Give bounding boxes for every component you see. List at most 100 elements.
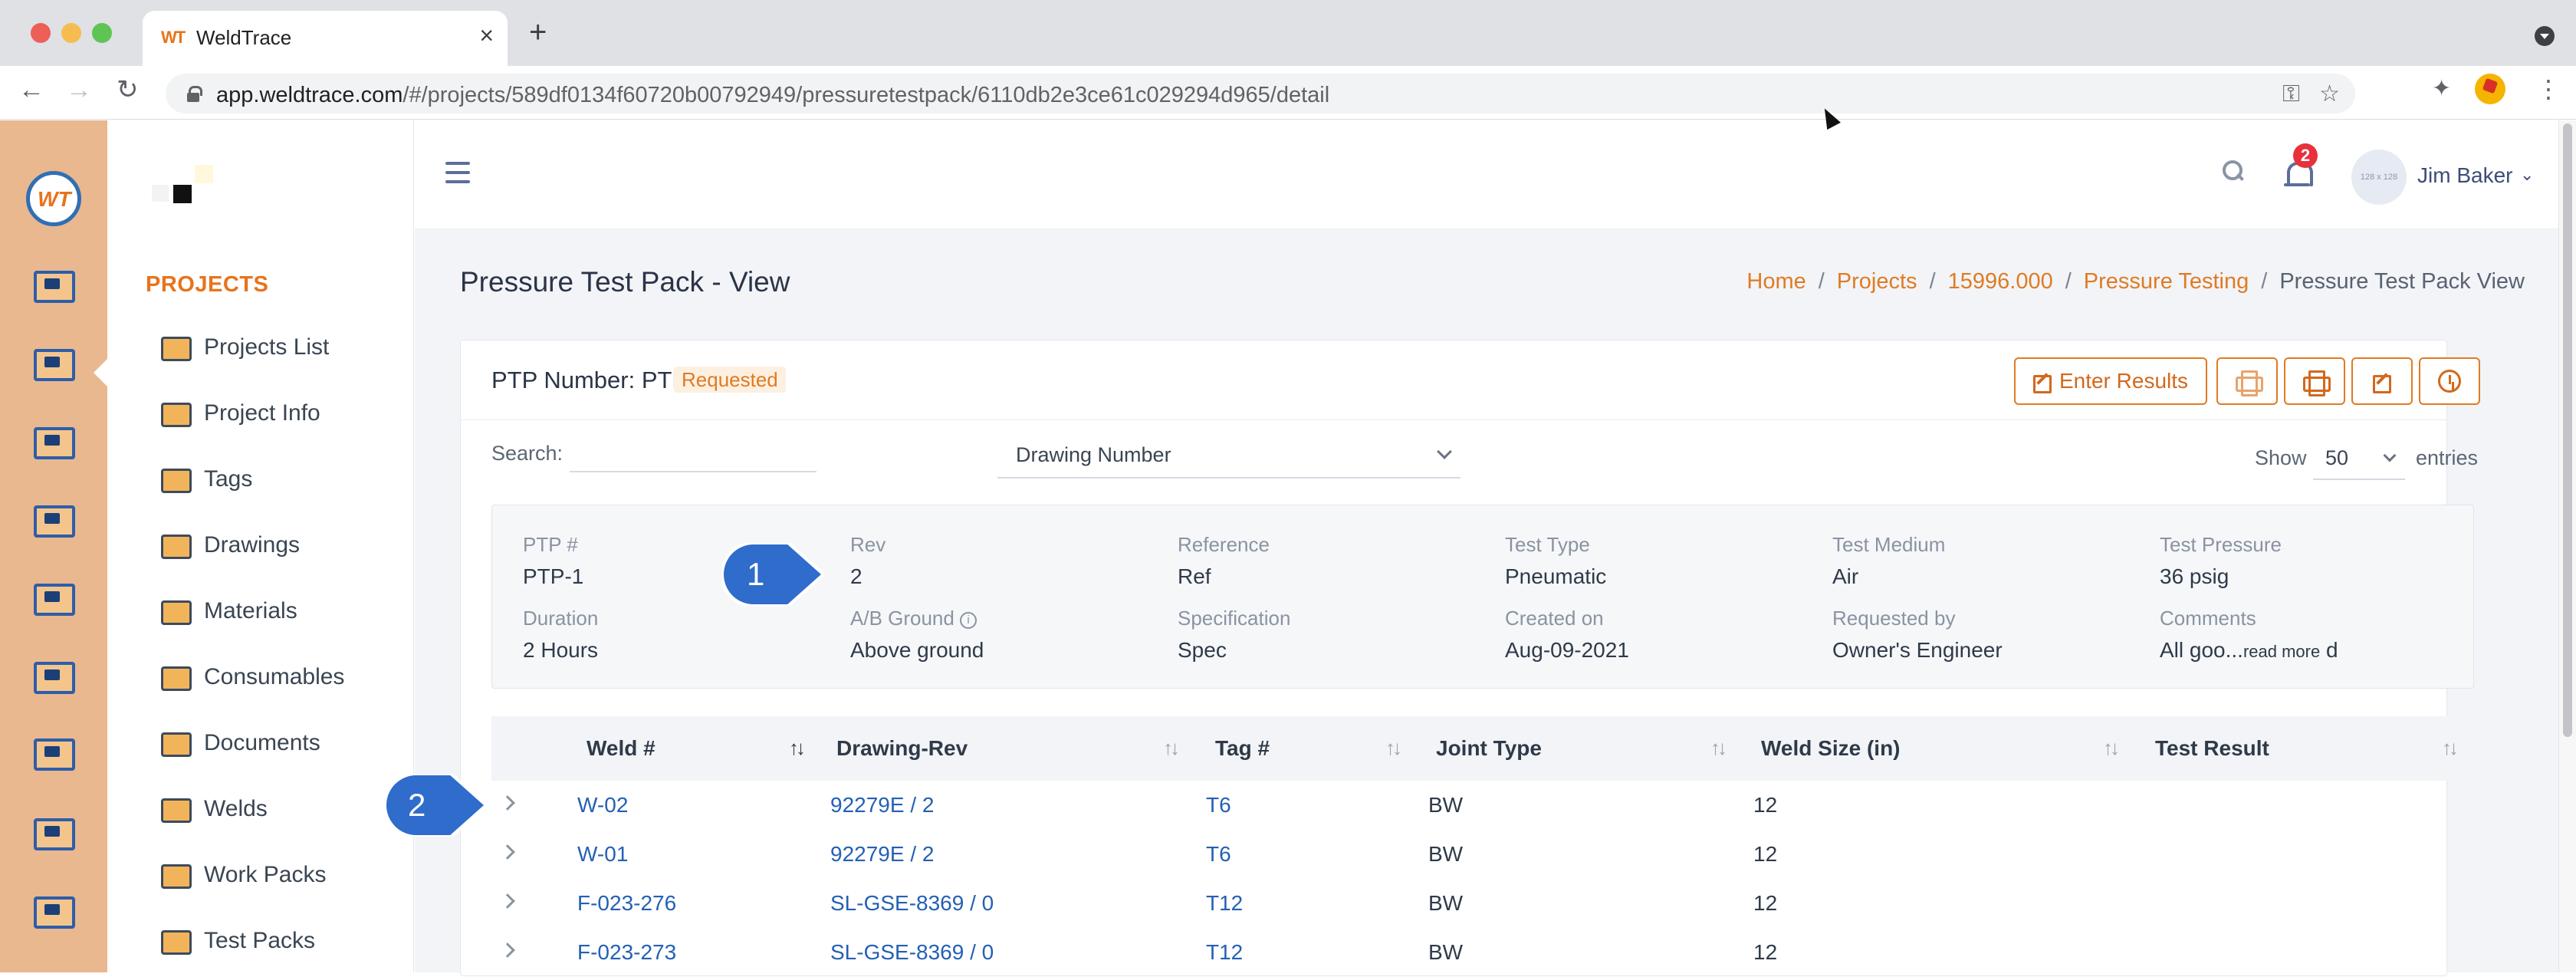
org-chart-icon[interactable] (31, 579, 75, 617)
hamburger-menu-icon[interactable] (445, 162, 470, 183)
sidebar-item-consumables[interactable]: Consumables (158, 654, 344, 700)
drawing-link[interactable]: SL-GSE-8369 / 0 (830, 891, 994, 916)
sidebar-item-project-info[interactable]: Project Info (158, 390, 320, 436)
sidebar-item-drawings[interactable]: Drawings (158, 522, 300, 568)
breadcrumb-home[interactable]: Home (1746, 269, 1806, 294)
sort-icon[interactable]: ↑↓ (2442, 736, 2459, 760)
logo-text: WT (38, 187, 71, 211)
welder-icon[interactable] (31, 501, 75, 539)
sidebar-item-test-packs[interactable]: Test Packs (158, 918, 315, 964)
sidebar-item-label: Tags (204, 466, 253, 492)
minimize-window-button[interactable] (61, 23, 81, 43)
drawing-link[interactable]: SL-GSE-8369 / 0 (830, 940, 994, 965)
tag-link[interactable]: T6 (1206, 842, 1231, 867)
callout-number: 2 (408, 787, 426, 823)
edit-button[interactable] (2351, 357, 2413, 405)
detail-comments: Comments All goo...read more d (2160, 607, 2482, 663)
joint-type-cell: BW (1428, 793, 1464, 817)
weldtrace-logo[interactable]: WT (26, 171, 81, 226)
col-test-result[interactable]: Test Result (2155, 736, 2269, 761)
sort-icon[interactable]: ↑↓ (1163, 736, 1180, 760)
key-icon[interactable]: ⚿ (2282, 83, 2300, 106)
detail-test-pressure: Test Pressure 36 psig (2160, 533, 2482, 589)
breadcrumb-project-number[interactable]: 15996.000 (1948, 269, 2053, 294)
search-icon[interactable] (2223, 160, 2244, 182)
search-input[interactable] (570, 439, 816, 472)
col-weld-size[interactable]: Weld Size (in) (1761, 736, 1901, 761)
sidebar-item-projects-list[interactable]: Projects List (158, 324, 329, 370)
tab-close-icon[interactable]: × (479, 23, 494, 48)
callout-marker-2: 2 (385, 774, 486, 837)
status-badge: Requested (674, 367, 786, 393)
col-weld[interactable]: Weld # (586, 736, 656, 761)
read-more-link[interactable]: read more (2243, 642, 2320, 661)
print-button[interactable] (2284, 357, 2345, 405)
sort-icon[interactable]: ↑↓ (1710, 736, 1727, 760)
maximize-window-button[interactable] (92, 23, 112, 43)
info-icon[interactable]: i (960, 612, 978, 629)
browser-menu-icon[interactable]: ⋮ (2536, 77, 2561, 101)
scrollbar-thumb[interactable] (2563, 123, 2572, 737)
back-arrow-icon[interactable]: ← (18, 77, 44, 103)
print-preview-button[interactable] (2216, 357, 2278, 405)
chevron-down-icon[interactable]: ⌄ (2520, 165, 2534, 185)
weld-link[interactable]: F-023-273 (577, 940, 676, 965)
book-icon[interactable] (31, 657, 75, 696)
sidebar-item-documents[interactable]: Documents (158, 720, 320, 766)
browser-tab[interactable]: WT WeldTrace × (143, 11, 508, 66)
breadcrumb-pressure-testing[interactable]: Pressure Testing (2084, 269, 2249, 294)
breadcrumb-projects[interactable]: Projects (1837, 269, 1917, 294)
sort-desc-icon[interactable]: ↑↓ (789, 736, 806, 760)
sidebar-item-welds[interactable]: Welds (158, 786, 268, 832)
enter-results-button[interactable]: Enter Results (2014, 357, 2207, 405)
sidebar-item-tags[interactable]: Tags (158, 456, 252, 502)
expand-row-chevron-icon[interactable] (500, 893, 515, 909)
sidebar-item-materials[interactable]: Materials (158, 588, 297, 634)
reload-icon[interactable]: ↻ (117, 77, 139, 103)
col-joint-type[interactable]: Joint Type (1436, 736, 1542, 761)
close-window-button[interactable] (31, 23, 51, 43)
tag-link[interactable]: T6 (1206, 793, 1231, 817)
expand-row-chevron-icon[interactable] (500, 844, 515, 860)
certificate-icon[interactable] (31, 892, 75, 930)
history-button[interactable] (2419, 357, 2480, 405)
detail-value: 2 (850, 564, 863, 588)
address-bar[interactable]: app.weldtrace.com/#/projects/589df0134f6… (166, 74, 2355, 113)
weld-link[interactable]: W-01 (577, 842, 628, 867)
search-column-select[interactable]: Drawing Number (997, 433, 1460, 479)
expand-row-chevron-icon[interactable] (500, 942, 515, 958)
weld-link[interactable]: F-023-276 (577, 891, 676, 916)
weld-link[interactable]: W-02 (577, 793, 628, 817)
avatar[interactable]: 128 x 128 (2351, 150, 2407, 205)
col-tag[interactable]: Tag # (1215, 736, 1270, 761)
new-tab-icon[interactable]: + (529, 17, 547, 48)
tab-search-icon[interactable] (2535, 26, 2555, 46)
checklist-icon[interactable] (31, 423, 75, 461)
user-menu[interactable]: Jim Baker (2417, 163, 2512, 188)
folder-settings-icon[interactable] (31, 344, 75, 383)
col-drawing-rev[interactable]: Drawing-Rev (836, 736, 968, 761)
breadcrumb-current: Pressure Test Pack View (2279, 269, 2525, 294)
lock-icon[interactable] (187, 86, 202, 102)
detail-label: Duration (523, 607, 599, 630)
drawing-link[interactable]: 92279E / 2 (830, 793, 934, 817)
monitor-icon[interactable] (31, 266, 75, 304)
sort-icon[interactable]: ↑↓ (2103, 736, 2120, 760)
tag-link[interactable]: T12 (1206, 891, 1243, 916)
expand-row-chevron-icon[interactable] (500, 795, 515, 811)
detail-ab-ground: A/B Ground i Above ground (850, 607, 1172, 663)
bookmark-star-icon[interactable]: ☆ (2319, 83, 2340, 106)
card-header: PTP Number: PTP-1 Requested Enter Result… (461, 340, 2480, 420)
sort-icon[interactable]: ↑↓ (1385, 736, 1402, 760)
sidebar-item-work-packs[interactable]: Work Packs (158, 852, 326, 898)
forward-arrow-icon[interactable]: → (66, 77, 92, 103)
extensions-puzzle-icon[interactable]: ✦ (2432, 75, 2451, 102)
detail-label: Rev (850, 533, 886, 556)
clipboard-clock-icon[interactable] (31, 814, 75, 852)
team-icon[interactable] (31, 734, 75, 772)
browser-profile-icon[interactable] (2475, 74, 2505, 104)
tag-link[interactable]: T12 (1206, 940, 1243, 965)
drawing-link[interactable]: 92279E / 2 (830, 842, 934, 867)
page-size-select[interactable]: 50 (2313, 437, 2405, 480)
page-scrollbar[interactable] (2558, 120, 2576, 972)
